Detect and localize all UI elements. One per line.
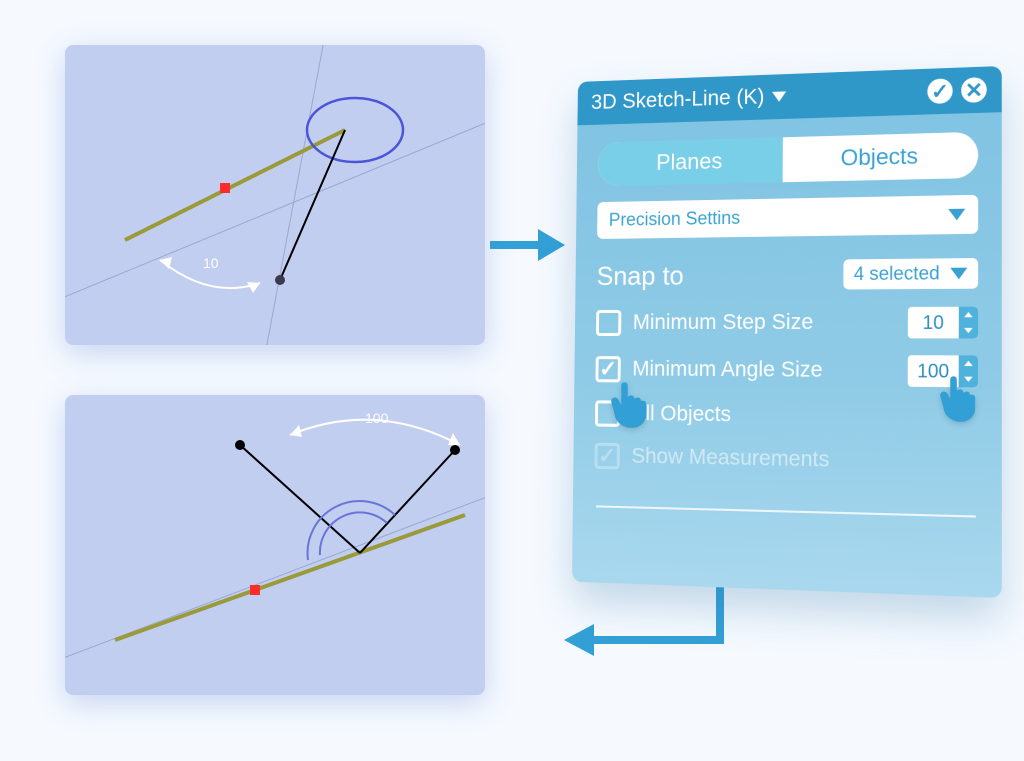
divider [596,505,976,517]
snap-to-label: Snap to [597,260,684,292]
tab-objects[interactable]: Objects [783,132,979,182]
dropdown-icon[interactable] [772,91,786,102]
step-up[interactable] [959,307,978,323]
arrow-to-panel [490,215,565,275]
viewport-angle: 100 [65,395,485,695]
checkbox-min-step[interactable] [596,310,621,336]
cursor-hand-icon [608,378,654,430]
measurement-step: 10 [203,255,219,271]
measurement-angle: 100 [365,410,389,426]
label-min-step: Minimum Step Size [633,310,814,335]
tab-planes[interactable]: Planes [598,137,783,186]
angle-up[interactable] [959,355,978,371]
tab-bar: Planes Objects [598,132,978,186]
confirm-button[interactable]: ✓ [927,78,952,104]
input-min-step[interactable] [908,307,959,339]
viewport-step: 10 [65,45,485,345]
snap-to-select[interactable]: 4 selected [843,258,978,289]
panel-title: 3D Sketch-Line (K) [591,85,765,115]
cursor-hand-icon [937,372,983,424]
checkbox-show-measurements[interactable] [594,443,619,470]
step-down[interactable] [959,323,978,339]
close-button[interactable]: ✕ [961,77,987,103]
settings-panel: 3D Sketch-Line (K) ✓ ✕ Planes Objects Pr… [572,66,1002,598]
chevron-down-icon [950,268,967,280]
label-show-measurements: Show Measurements [631,444,829,472]
section-select-label: Precision Settins [609,208,741,231]
section-select[interactable]: Precision Settins [597,195,978,239]
field-min-step[interactable] [908,307,978,339]
snap-to-value: 4 selected [854,263,940,286]
chevron-down-icon [948,209,965,221]
label-min-angle: Minimum Angle Size [632,357,822,383]
